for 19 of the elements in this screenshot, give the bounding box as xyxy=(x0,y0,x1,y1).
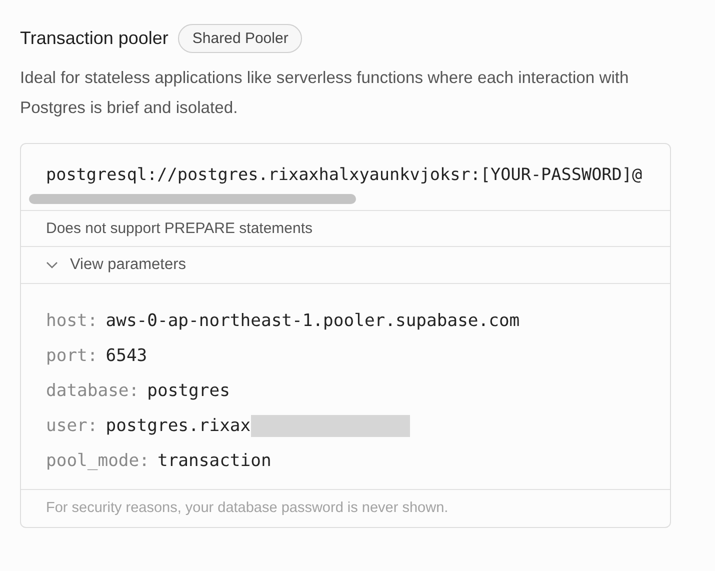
parameter-value: postgres xyxy=(147,380,230,400)
security-note: For security reasons, your database password is never shown. xyxy=(45,499,450,518)
description-text: Ideal for stateless applications like serverless functions where each interaction with Postgres is brief and isolated. xyxy=(20,67,630,119)
pooler-badge: Shared Pooler xyxy=(178,24,302,53)
scrollbar-thumb[interactable] xyxy=(29,194,356,204)
parameter-value: aws-0-ap-northeast-1.pooler.supabase.com xyxy=(106,310,520,330)
parameter-key: database: xyxy=(46,380,140,400)
section-title: Transaction pooler xyxy=(20,28,168,49)
parameter-key: pool_mode: xyxy=(46,450,150,470)
view-parameters-toggle[interactable]: View parameters xyxy=(21,247,670,284)
parameter-key: port: xyxy=(46,346,98,366)
parameter-value: transaction xyxy=(157,450,272,470)
prepare-note: Does not support PREPARE statements xyxy=(21,211,670,247)
parameter-key: host: xyxy=(46,310,98,330)
parameter-value: 6543 xyxy=(106,346,148,366)
parameter-value: postgres.rixax xyxy=(106,416,251,436)
parameter-key: user: xyxy=(46,416,98,436)
connection-string: postgresql://postgres.rixaxhalxyaunkvjoksr:[YOUR-PASSWORD]@ xyxy=(45,163,644,186)
chevron-icon xyxy=(46,261,58,269)
